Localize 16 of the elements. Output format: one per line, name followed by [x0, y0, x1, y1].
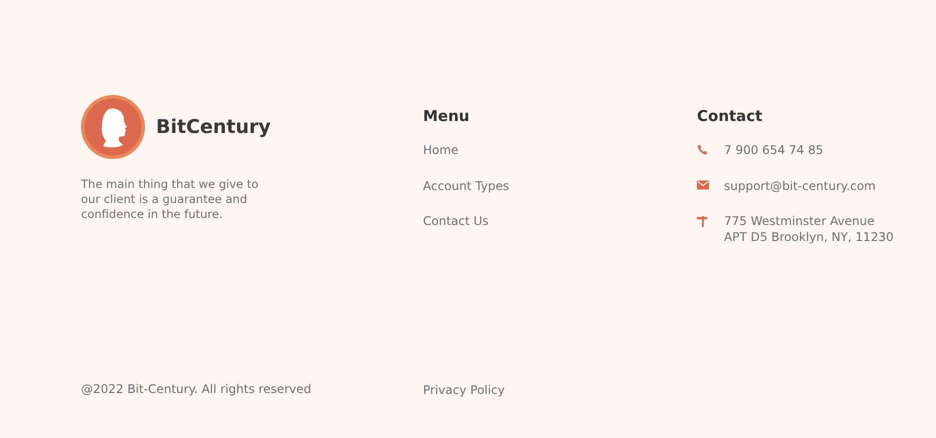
brand-name: BitCentury	[156, 116, 271, 138]
menu-link[interactable]: Account Types	[423, 178, 510, 194]
phone-icon	[697, 144, 709, 156]
contact-text: 775 Westminster Avenue APT D5 Brooklyn, NY, 11230	[724, 213, 894, 245]
contact-text: 7 900 654 74 85	[724, 142, 824, 158]
menu-link[interactable]: Home	[423, 142, 458, 158]
menu-link[interactable]: Contact Us	[423, 213, 489, 229]
contact-heading: Contact	[697, 106, 764, 126]
tagline: The main thing that we give to our client is a guarantee and confidence in the future.	[81, 177, 260, 222]
contact-text: support@bit-century.com	[724, 178, 876, 194]
logo-icon	[81, 95, 145, 159]
menu-heading: Menu	[423, 106, 470, 126]
envelope-icon	[697, 180, 709, 190]
copyright-text: @2022 Bit-Century. All rights reserved	[81, 382, 312, 398]
signpost-icon	[697, 215, 709, 227]
privacy-link[interactable]: Privacy Policy	[423, 382, 505, 398]
